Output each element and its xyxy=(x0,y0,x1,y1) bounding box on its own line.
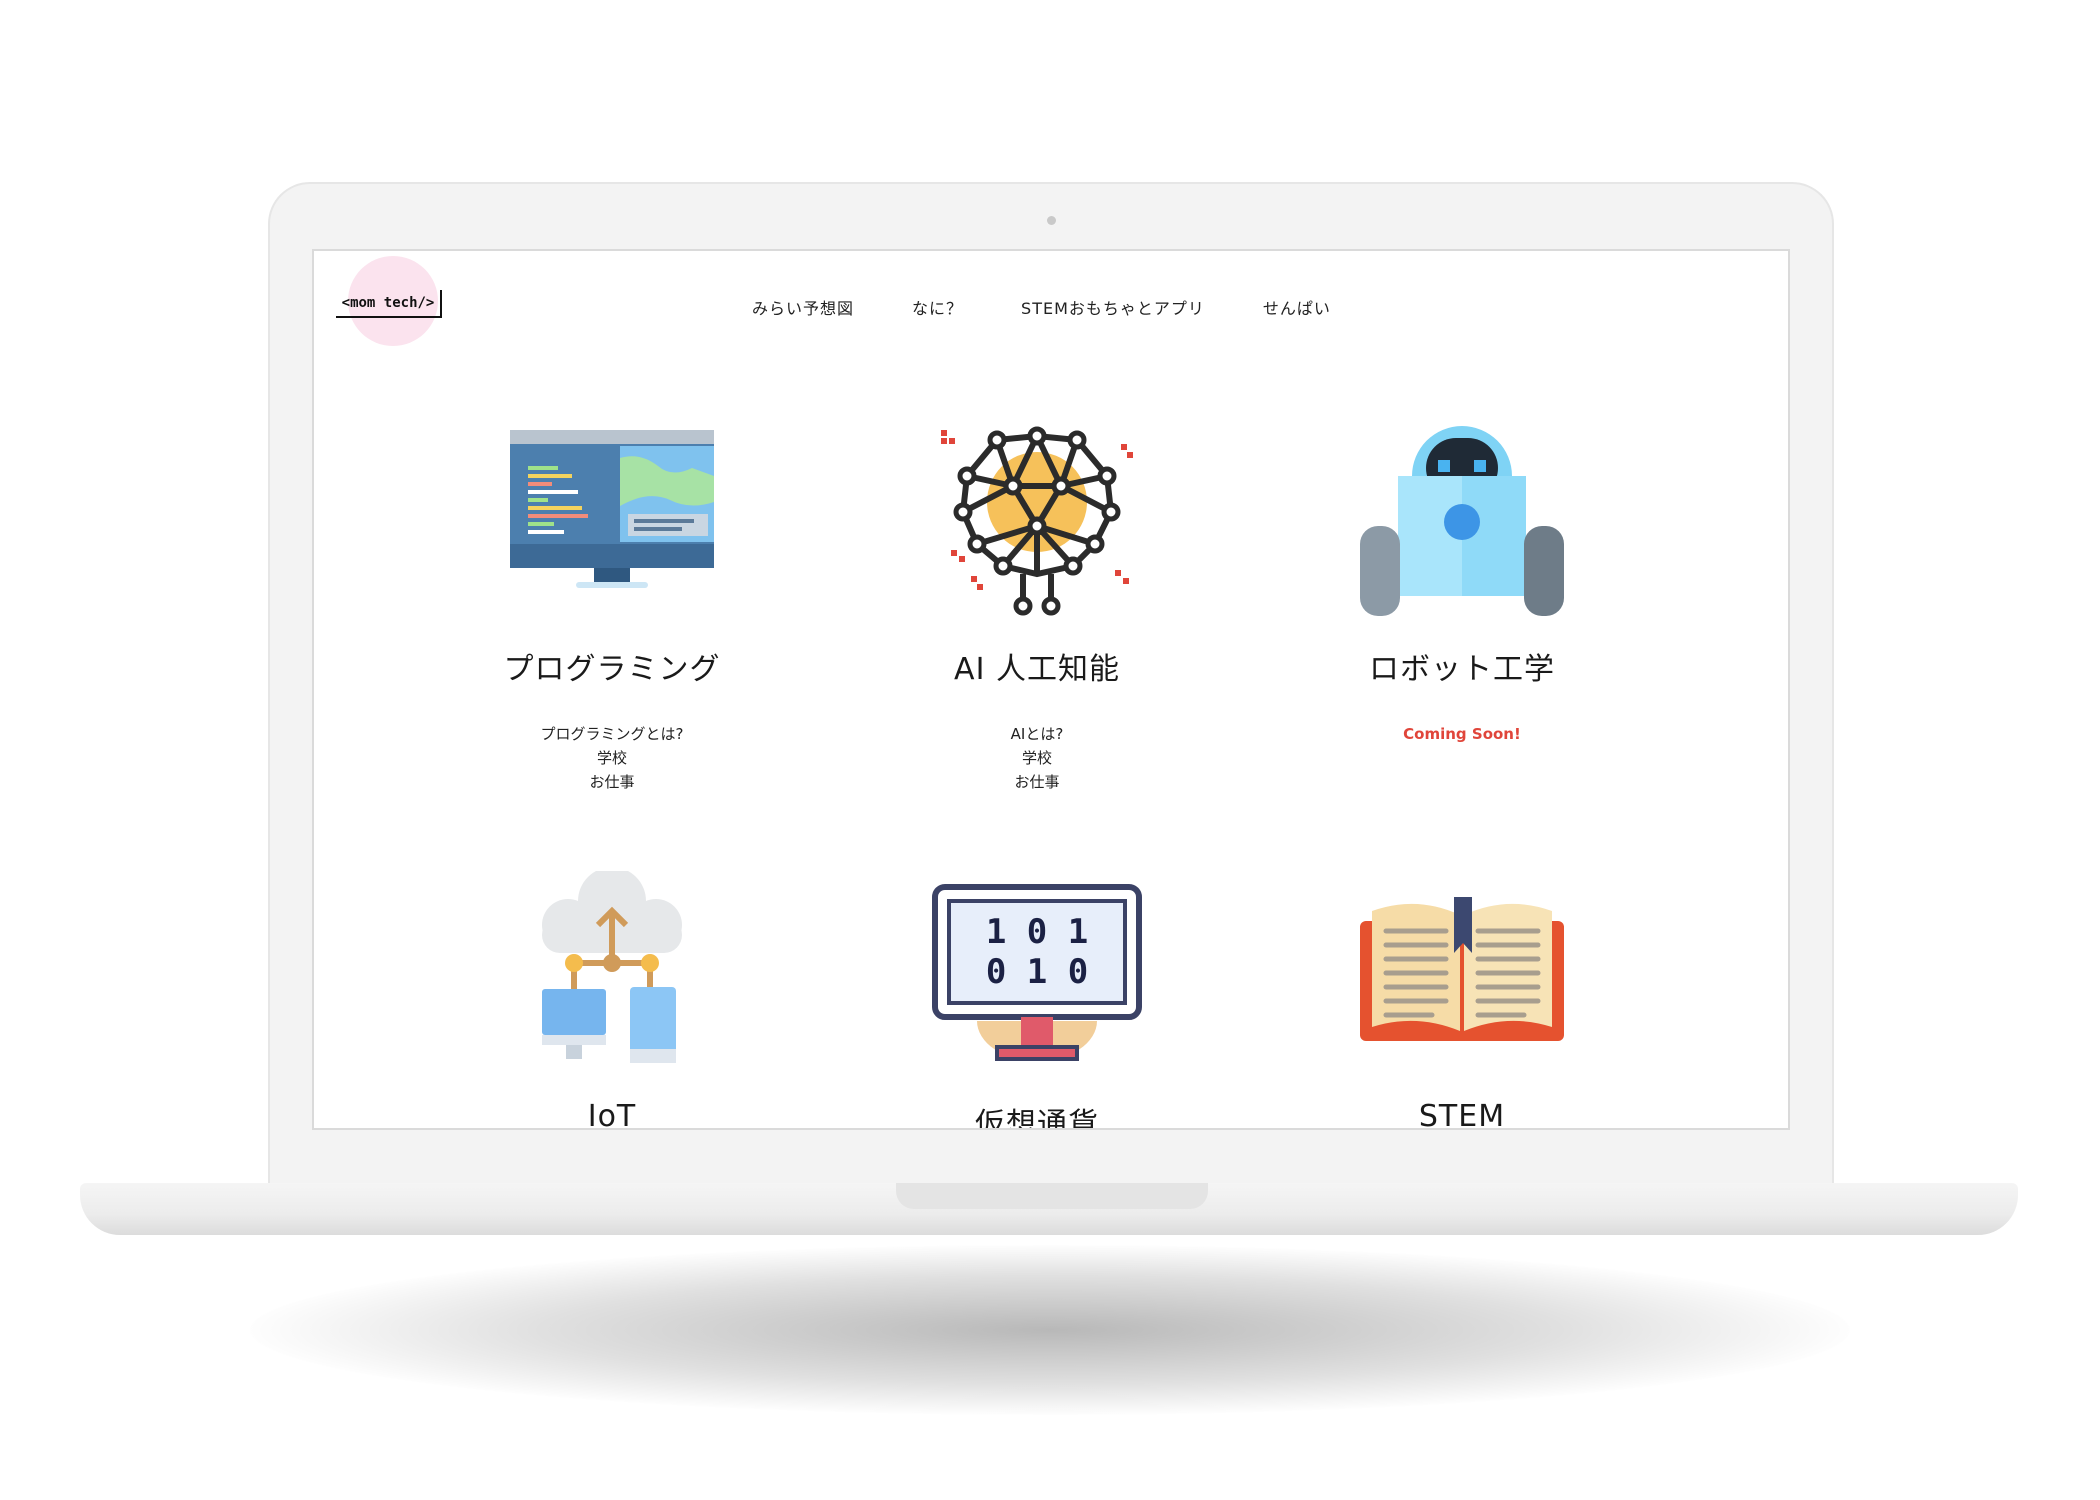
binary-line-2: 0 1 0 xyxy=(986,952,1088,992)
link-work[interactable]: お仕事 xyxy=(867,770,1207,794)
link-what-is[interactable]: AIとは? xyxy=(867,722,1207,746)
card-title: 仮想通貨 xyxy=(975,1107,1099,1130)
card-title: ロボット工学 xyxy=(1369,652,1555,687)
card-links: Coming Soon! xyxy=(1292,722,1632,746)
open-book-icon[interactable] xyxy=(1352,871,1572,1071)
link-school[interactable]: 学校 xyxy=(442,746,782,770)
main-nav: みらい予想図 なに？ STEMおもちゃとアプリ せんぱい xyxy=(752,295,1389,319)
card-links: プログラミングとは? 学校 お仕事 xyxy=(442,722,782,794)
link-what-is[interactable]: プログラミングとは? xyxy=(442,722,782,746)
robot-icon[interactable] xyxy=(1352,416,1572,616)
computer-code-icon[interactable] xyxy=(502,416,722,616)
card-title: STEM xyxy=(1418,1099,1506,1130)
laptop-base-notch xyxy=(896,1183,1208,1209)
link-school[interactable]: 学校 xyxy=(867,746,1207,770)
card-crypto: 1 0 1 0 1 0 仮想通貨 xyxy=(867,871,1207,1130)
nav-item-what[interactable]: なに？ xyxy=(912,295,963,319)
camera-icon xyxy=(1047,216,1056,225)
binary-line-1: 1 0 1 xyxy=(986,912,1088,952)
card-stem: STEM xyxy=(1292,871,1632,1130)
card-programming: プログラミング プログラミングとは? 学校 お仕事 xyxy=(442,416,782,794)
card-robotics: ロボット工学 Coming Soon! xyxy=(1292,416,1632,746)
card-title: プログラミング xyxy=(503,652,721,687)
card-title: IoT xyxy=(587,1099,637,1130)
card-iot: IoT xyxy=(442,867,782,1130)
laptop-shadow xyxy=(250,1245,1850,1415)
card-links: AIとは? 学校 お仕事 xyxy=(867,722,1207,794)
browser-screen: <mom tech/> みらい予想図 なに？ STEMおもちゃとアプリ せんぱい xyxy=(312,249,1790,1130)
cloud-network-icon[interactable] xyxy=(502,867,722,1071)
link-work[interactable]: お仕事 xyxy=(442,770,782,794)
site-logo[interactable]: <mom tech/> xyxy=(336,256,446,346)
card-title: AI 人工知能 xyxy=(954,652,1120,687)
coming-soon-label: Coming Soon! xyxy=(1403,725,1521,743)
nav-item-stem-toys[interactable]: STEMおもちゃとアプリ xyxy=(1021,295,1205,319)
logo-text: <mom tech/> xyxy=(336,290,442,318)
binary-monitor-icon[interactable]: 1 0 1 0 1 0 xyxy=(927,871,1147,1071)
nav-item-future[interactable]: みらい予想図 xyxy=(752,295,854,319)
ai-brain-network-icon[interactable] xyxy=(927,416,1147,616)
card-ai: AI 人工知能 AIとは? 学校 お仕事 xyxy=(867,416,1207,794)
nav-item-seniors[interactable]: せんぱい xyxy=(1263,295,1331,319)
